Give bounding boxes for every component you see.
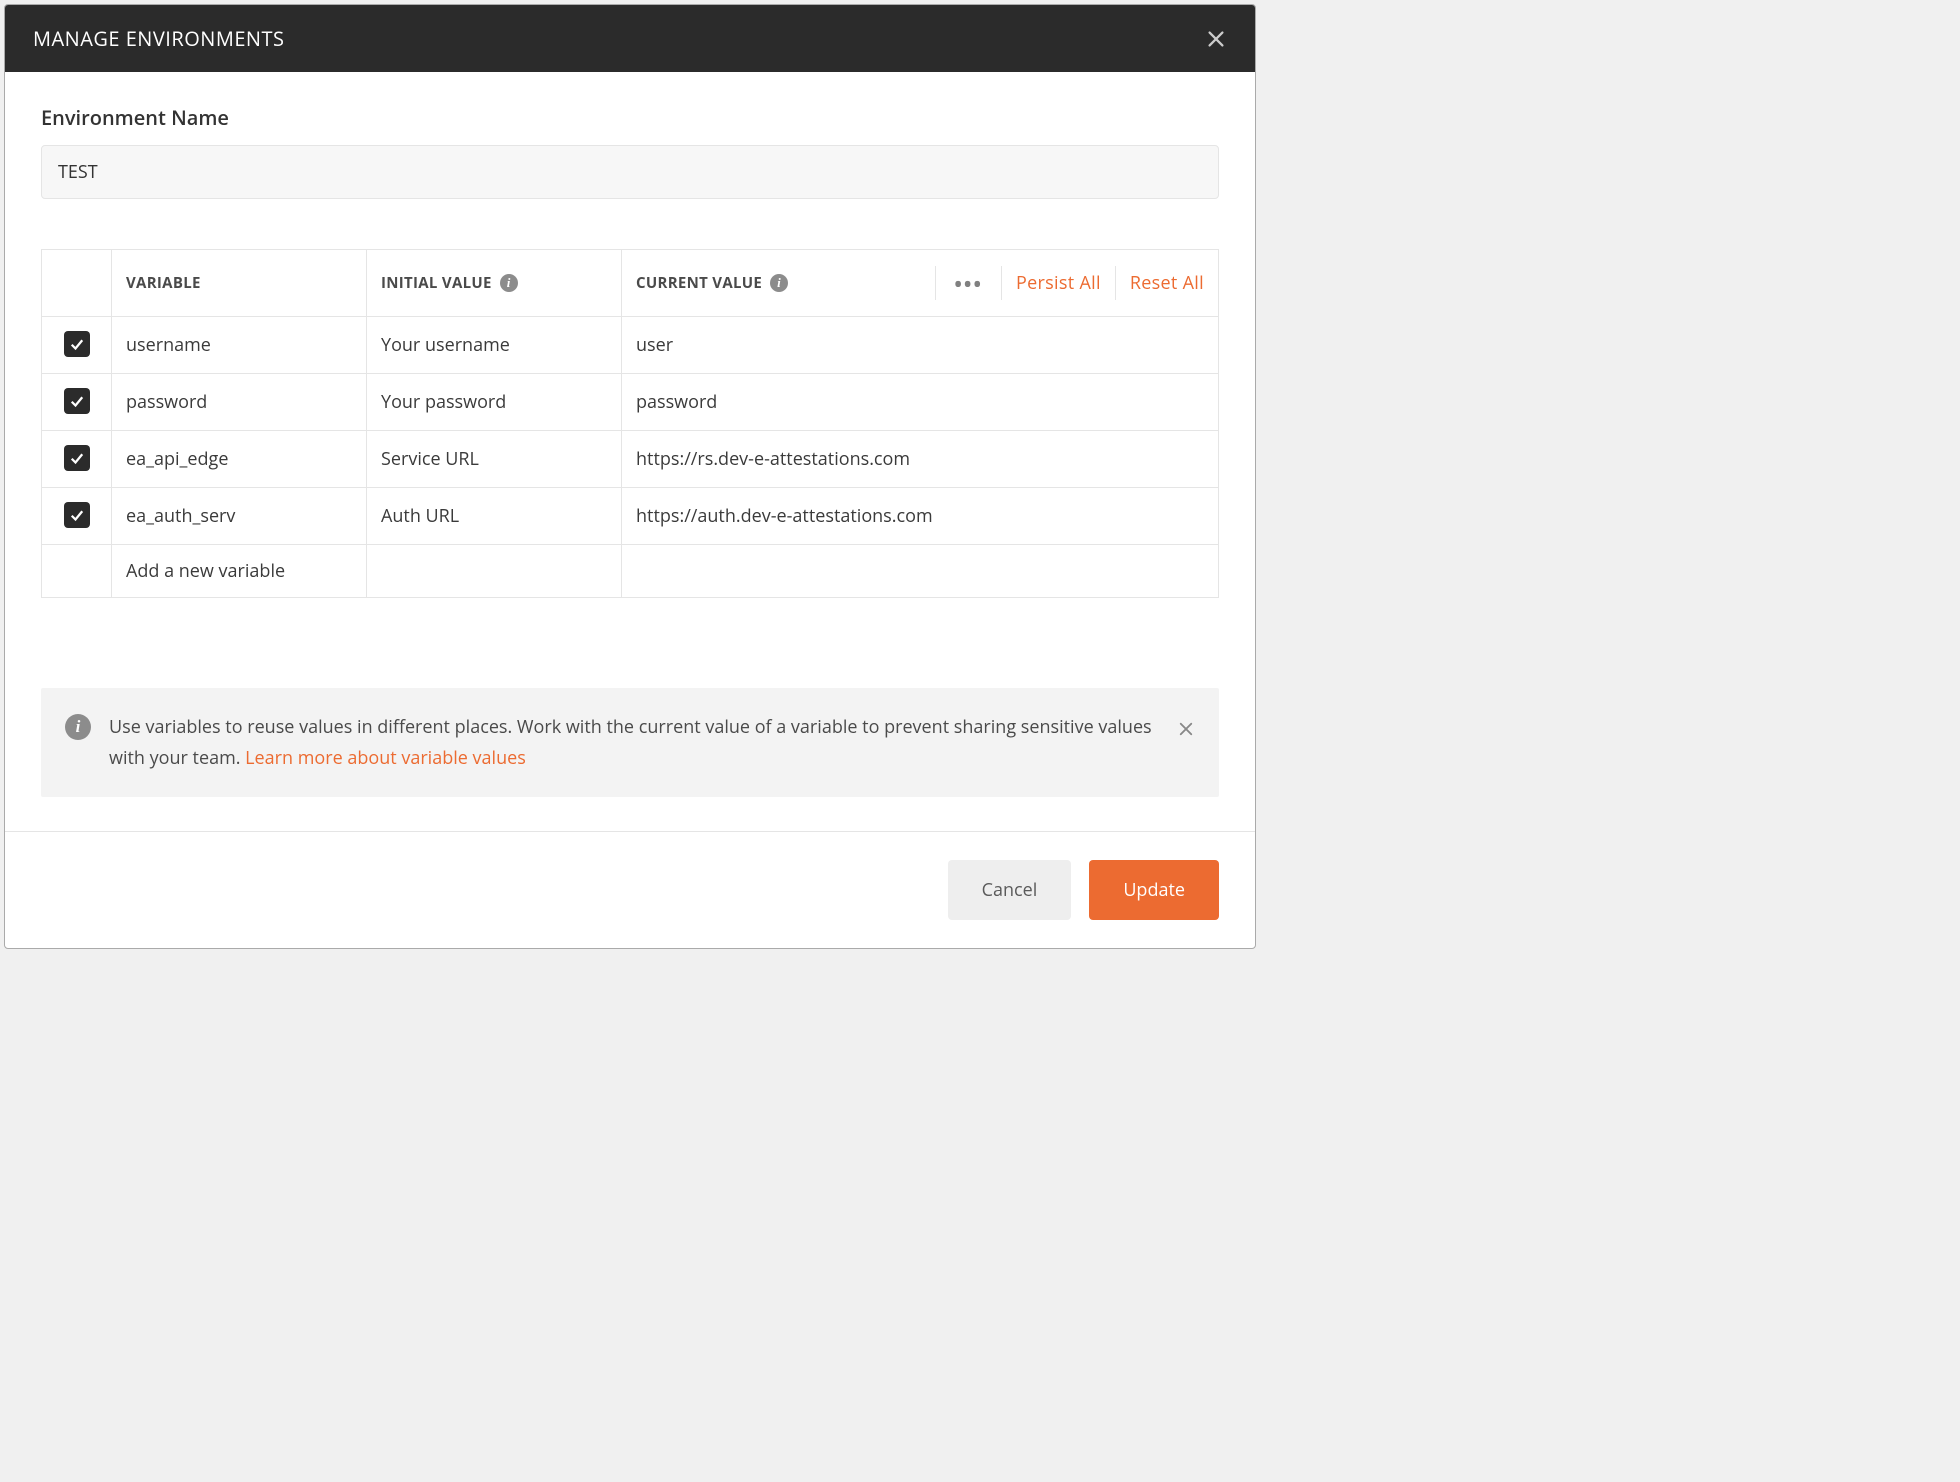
table-row: Add a new variable [42,545,1219,598]
info-icon[interactable]: i [770,274,788,292]
current-value-cell[interactable]: https://auth.dev-e-attestations.com [622,488,1219,545]
table-row: usernameYour usernameuser [42,317,1219,374]
learn-more-link[interactable]: Learn more about variable values [245,746,526,770]
col-header-initial: INITIAL VALUE i [367,250,622,317]
current-value-cell[interactable]: https://rs.dev-e-attestations.com [622,431,1219,488]
banner-close-icon[interactable] [1177,720,1195,738]
initial-value-cell[interactable]: Your username [367,317,622,374]
enable-checkbox[interactable] [64,388,90,414]
modal-body: Environment Name VARIABLE INITIAL VALUE … [5,72,1255,831]
col-header-current: CURRENT VALUE i ••• Persist All Reset Al… [622,250,1219,317]
initial-value-cell[interactable] [367,545,622,598]
enable-checkbox[interactable] [64,445,90,471]
enable-checkbox[interactable] [64,502,90,528]
variable-cell[interactable]: username [112,317,367,374]
manage-environments-modal: MANAGE ENVIRONMENTS Environment Name VAR… [4,4,1256,949]
col-header-variable: VARIABLE [112,250,367,317]
close-icon[interactable] [1205,28,1227,50]
modal-footer: Cancel Update [5,831,1255,948]
initial-value-cell[interactable]: Auth URL [367,488,622,545]
col-header-current-text: CURRENT VALUE [636,273,762,293]
persist-all-button[interactable]: Persist All [1016,271,1101,295]
info-icon[interactable]: i [500,274,518,292]
cancel-button[interactable]: Cancel [948,860,1072,920]
add-variable-cell[interactable]: Add a new variable [112,545,367,598]
variable-cell[interactable]: ea_auth_serv [112,488,367,545]
variable-cell[interactable]: ea_api_edge [112,431,367,488]
modal-header: MANAGE ENVIRONMENTS [5,5,1255,72]
current-value-cell[interactable]: password [622,374,1219,431]
initial-value-cell[interactable]: Service URL [367,431,622,488]
table-row: ea_auth_servAuth URLhttps://auth.dev-e-a… [42,488,1219,545]
environment-name-input[interactable] [41,145,1219,199]
info-icon: i [65,714,91,740]
variables-table: VARIABLE INITIAL VALUE i CURRENT VALUE i [41,249,1219,598]
current-value-cell[interactable] [622,545,1219,598]
info-banner-text: Use variables to reuse values in differe… [109,712,1159,773]
reset-all-button[interactable]: Reset All [1130,271,1204,295]
modal-title: MANAGE ENVIRONMENTS [33,25,284,52]
enable-checkbox[interactable] [64,331,90,357]
col-header-enabled [42,250,112,317]
current-value-cell[interactable]: user [622,317,1219,374]
col-header-variable-text: VARIABLE [126,273,201,293]
initial-value-cell[interactable]: Your password [367,374,622,431]
table-row: ea_api_edgeService URLhttps://rs.dev-e-a… [42,431,1219,488]
more-options-icon[interactable]: ••• [950,270,987,297]
table-row: passwordYour passwordpassword [42,374,1219,431]
col-header-initial-text: INITIAL VALUE [381,273,492,293]
update-button[interactable]: Update [1089,860,1219,920]
environment-name-label: Environment Name [41,104,1219,131]
info-banner: i Use variables to reuse values in diffe… [41,688,1219,797]
variable-cell[interactable]: password [112,374,367,431]
